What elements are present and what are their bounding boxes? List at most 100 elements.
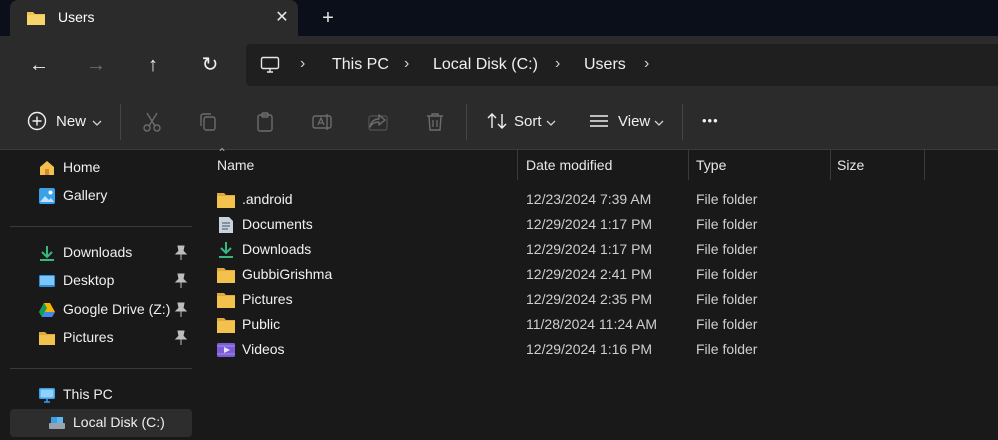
pin-icon[interactable]	[174, 330, 188, 346]
sidebar-item-local-disk[interactable]: Local Disk (C:)	[10, 409, 192, 437]
column-header-size[interactable]: Size	[837, 150, 923, 180]
folder-icon	[217, 293, 235, 308]
view-button[interactable]: View	[588, 108, 668, 136]
view-list-icon	[590, 115, 608, 127]
toolbar-divider	[466, 104, 467, 140]
close-tab-icon[interactable]: ✕	[272, 8, 292, 28]
folder-icon	[217, 193, 235, 208]
download-icon	[40, 246, 54, 261]
file-type: File folder	[696, 241, 758, 257]
file-date: 12/29/2024 2:41 PM	[526, 266, 653, 282]
column-header-type[interactable]: Type	[696, 150, 826, 180]
breadcrumb-this-pc[interactable]: This PC	[332, 56, 389, 74]
breadcrumb-chevron[interactable]: ›	[300, 55, 305, 73]
folder-icon	[217, 318, 235, 333]
file-date: 12/29/2024 1:16 PM	[526, 341, 653, 357]
file-name: .android	[242, 191, 293, 207]
title-bar: Users ✕ +	[0, 0, 998, 36]
cut-icon[interactable]	[140, 110, 164, 134]
documents-icon	[219, 217, 233, 233]
new-button-label: New	[56, 113, 87, 130]
refresh-button[interactable]: ↻	[196, 52, 224, 78]
breadcrumb-local-disk[interactable]: Local Disk (C:)	[433, 56, 538, 74]
sidebar-item-desktop[interactable]: Desktop	[10, 267, 192, 295]
table-row[interactable]: .android 12/23/2024 7:39 AM File folder	[212, 187, 912, 212]
sidebar-item-google-drive[interactable]: Google Drive (Z:)	[10, 296, 192, 324]
breadcrumb-users[interactable]: Users	[584, 56, 626, 74]
file-name: Downloads	[242, 241, 312, 257]
sidebar-item-downloads[interactable]: Downloads	[10, 239, 192, 267]
up-button[interactable]: ↑	[139, 52, 167, 78]
column-separator[interactable]	[517, 150, 518, 180]
delete-icon[interactable]	[423, 110, 447, 134]
file-name: Documents	[242, 216, 313, 232]
chevron-down-icon	[92, 120, 102, 126]
sidebar-divider	[10, 368, 192, 369]
column-header-label: Date modified	[526, 157, 613, 173]
pin-icon[interactable]	[174, 273, 188, 289]
table-row[interactable]: GubbiGrishma 12/29/2024 2:41 PM File fol…	[212, 262, 912, 287]
file-type: File folder	[696, 316, 758, 332]
plus-circle-icon	[27, 111, 47, 131]
desktop-icon	[39, 275, 55, 287]
file-name: Public	[242, 316, 281, 332]
home-icon	[40, 161, 54, 175]
chevron-down-icon	[654, 120, 664, 126]
sidebar-item-label: Gallery	[63, 187, 108, 203]
copy-icon[interactable]	[196, 110, 220, 134]
table-row[interactable]: Downloads 12/29/2024 1:17 PM File folder	[212, 237, 912, 262]
sidebar-item-label: Home	[63, 159, 101, 175]
sort-icon	[487, 113, 507, 129]
google-drive-icon	[39, 303, 55, 317]
file-date: 12/29/2024 1:17 PM	[526, 216, 653, 232]
back-button[interactable]: ←	[25, 52, 53, 78]
column-separator[interactable]	[688, 150, 689, 180]
column-header-name[interactable]: Name ⌃	[217, 146, 517, 180]
forward-button[interactable]: →	[82, 52, 110, 78]
file-date: 12/23/2024 7:39 AM	[526, 191, 652, 207]
more-options-button[interactable]: •••	[702, 113, 719, 141]
table-row[interactable]: Pictures 12/29/2024 2:35 PM File folder	[212, 287, 912, 312]
folder-icon	[39, 332, 55, 345]
column-header-date[interactable]: Date modified	[526, 150, 686, 180]
column-separator[interactable]	[924, 150, 925, 180]
rename-icon[interactable]	[310, 110, 334, 134]
tab-users[interactable]: Users ✕	[10, 0, 298, 36]
sidebar-item-this-pc[interactable]: This PC	[10, 381, 192, 409]
share-icon[interactable]	[366, 110, 390, 134]
file-type: File folder	[696, 266, 758, 282]
file-date: 11/28/2024 11:24 AM	[526, 316, 658, 332]
address-bar[interactable]: › This PC › Local Disk (C:) › Users ›	[246, 44, 998, 86]
table-row[interactable]: Public 11/28/2024 11:24 AM File folder	[212, 312, 912, 337]
sidebar-item-label: Google Drive (Z:)	[63, 301, 171, 317]
paste-icon[interactable]	[253, 110, 277, 134]
breadcrumb-chevron[interactable]: ›	[404, 55, 409, 73]
view-button-label: View	[618, 113, 651, 130]
breadcrumb-chevron[interactable]: ›	[555, 55, 560, 73]
pin-icon[interactable]	[174, 245, 188, 261]
sidebar-item-pictures[interactable]: Pictures	[10, 324, 192, 352]
folder-icon	[27, 12, 45, 25]
pin-icon[interactable]	[174, 302, 188, 318]
column-separator[interactable]	[830, 150, 831, 180]
sidebar-item-gallery[interactable]: Gallery	[10, 182, 192, 210]
sidebar-item-home[interactable]: Home	[10, 154, 192, 182]
sort-button[interactable]: Sort	[486, 108, 560, 136]
file-name: Videos	[242, 341, 285, 357]
sort-ascending-icon: ⌃	[217, 146, 228, 160]
sort-button-label: Sort	[514, 113, 542, 130]
new-button[interactable]: New	[26, 108, 106, 136]
new-tab-button[interactable]: +	[316, 6, 340, 30]
sidebar-item-label: Local Disk (C:)	[73, 414, 165, 430]
column-header-label: Size	[837, 157, 865, 173]
breadcrumb-chevron[interactable]: ›	[644, 55, 649, 73]
download-icon	[219, 242, 233, 258]
tab-title: Users	[58, 9, 95, 25]
sidebar-item-label: This PC	[63, 386, 113, 402]
toolbar-divider	[682, 104, 683, 140]
command-bar: New Sort View •••	[0, 94, 998, 150]
toolbar-divider	[120, 104, 121, 140]
table-row[interactable]: Documents 12/29/2024 1:17 PM File folder	[212, 212, 912, 237]
chevron-down-icon	[546, 120, 556, 126]
table-row[interactable]: Videos 12/29/2024 1:16 PM File folder	[212, 337, 912, 362]
